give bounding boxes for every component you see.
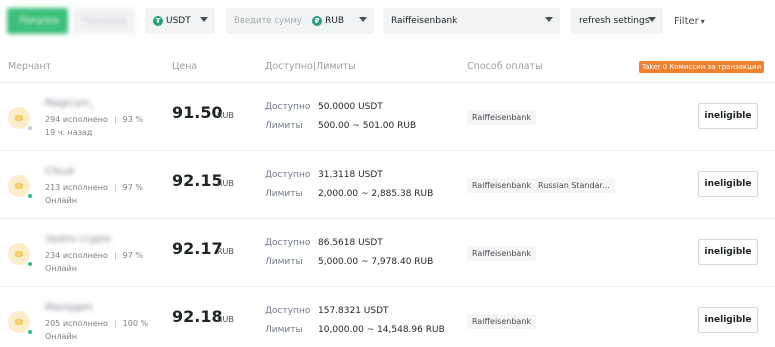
rub-coin-icon: ₽ (312, 16, 322, 26)
payment-method-tag: Raiffeisenbank (467, 314, 537, 329)
price-currency: RUB (217, 247, 234, 256)
payment-method-select[interactable]: Raiffeisenbank (383, 8, 560, 34)
payment-method-value: Raiffeisenbank (391, 16, 458, 26)
payment-method-tag: Russian Standar... (533, 178, 615, 193)
price-value: 92.18 (172, 307, 223, 326)
limits-value: 500.00 ~ 501.00 RUB (318, 121, 417, 131)
header-merchant: Мерчант (8, 61, 52, 72)
price-currency: RUB (217, 315, 234, 324)
price-value: 91.50 (172, 103, 223, 122)
payment-method-tag: Raiffeisenbank (467, 246, 537, 261)
limits-label: Лимиты (265, 189, 303, 199)
price-value: 92.17 (172, 239, 223, 258)
amount-input[interactable]: Введите сумму ₽ RUB (226, 8, 374, 34)
refresh-settings-label: refresh settings (579, 16, 650, 26)
sell-tab[interactable]: Продажа (73, 8, 135, 34)
table-row: Magicoin_ 294 исполнено | 93 % 19 ч. назад 91… (0, 82, 775, 150)
taker-fee-badge: Taker 0 Комиссии за транзакции (639, 61, 765, 73)
available-label: Доступно (265, 306, 311, 316)
limits-value: 5,000.00 ~ 7,978.40 RUB (318, 257, 434, 267)
asset-select-value: USDT (166, 16, 191, 26)
available-label: Доступно (265, 170, 311, 180)
limits-label: Лимиты (265, 121, 303, 131)
merchant-stats: 213 исполнено | 97 % (45, 183, 143, 192)
merchant-status: Онлайн (45, 264, 77, 273)
table-row: Vadim crypto 234 исполнено | 97 % Онлайн 92.1… (0, 218, 775, 286)
fiat-select[interactable]: ₽ RUB (312, 16, 344, 26)
available-label: Доступно (265, 238, 311, 248)
online-status-dot (27, 329, 33, 335)
price-currency: RUB (217, 111, 234, 120)
filter-label: Filter (674, 15, 699, 27)
price-value: 92.15 (172, 171, 223, 190)
merchant-status: Онлайн (45, 196, 77, 205)
online-status-dot (27, 125, 33, 131)
online-status-dot (27, 261, 33, 267)
ineligible-button[interactable]: ineligible (698, 307, 758, 333)
asset-select[interactable]: ₮ USDT (145, 8, 215, 34)
table-row: Maxiygen 205 исполнено | 100 % Онлайн 92.18 RU… (0, 286, 775, 347)
merchant-name[interactable]: Cloud (45, 166, 74, 177)
merchant-stats: 205 исполнено | 100 % (45, 319, 149, 328)
merchant-stats: 294 исполнено | 93 % (45, 115, 143, 124)
orders-count: 205 исполнено (45, 319, 108, 328)
limits-value: 2,000.00 ~ 2,885.38 RUB (318, 189, 434, 199)
chevron-down-icon (359, 17, 367, 22)
available-label: Доступно (265, 102, 311, 112)
payment-method-tag: Raiffeisenbank (467, 178, 537, 193)
available-value: 157.8321 USDT (318, 306, 389, 316)
available-value: 50.0000 USDT (318, 102, 383, 112)
completion-rate: 93 % (122, 115, 143, 124)
orders-count: 213 исполнено (45, 183, 108, 192)
limits-label: Лимиты (265, 325, 303, 335)
ineligible-button[interactable]: ineligible (698, 103, 758, 129)
completion-rate: 97 % (122, 183, 143, 192)
orders-count: 234 исполнено (45, 251, 108, 260)
ineligible-button[interactable]: ineligible (698, 171, 758, 197)
available-value: 31.3118 USDT (318, 170, 383, 180)
chevron-down-icon (200, 17, 208, 22)
online-status-dot (27, 193, 33, 199)
merchant-stats: 234 исполнено | 97 % (45, 251, 143, 260)
price-currency: RUB (217, 179, 234, 188)
merchant-status: 19 ч. назад (45, 128, 93, 137)
orders-count: 294 исполнено (45, 115, 108, 124)
payment-method-tag: Raiffeisenbank (467, 110, 537, 125)
completion-rate: 100 % (122, 319, 149, 328)
filter-caret-icon: ▾ (700, 16, 705, 26)
header-available-limits: Доступно|Лимиты (265, 61, 356, 72)
usdt-coin-icon: ₮ (153, 16, 163, 26)
filter-button[interactable]: Filter ▾ (674, 8, 705, 34)
header-price: Цена (172, 61, 198, 72)
completion-rate: 97 % (122, 251, 143, 260)
merchant-status: Онлайн (45, 332, 77, 341)
table-row: Cloud 213 исполнено | 97 % Онлайн 92.15 RUB Дос… (0, 150, 775, 218)
limits-label: Лимиты (265, 257, 303, 267)
amount-placeholder: Введите сумму (234, 16, 302, 26)
chevron-down-icon (545, 17, 553, 22)
merchant-name[interactable]: Vadim crypto (45, 234, 111, 245)
refresh-settings-select[interactable]: refresh settings (571, 8, 663, 34)
fiat-select-value: RUB (325, 16, 345, 26)
available-value: 86.5618 USDT (318, 238, 383, 248)
ineligible-button[interactable]: ineligible (698, 239, 758, 265)
chevron-down-icon (648, 17, 656, 22)
filter-toolbar: Покупка Продажа ₮ USDT Введите сумму ₽ R… (0, 0, 775, 44)
merchant-name[interactable]: Maxiygen (45, 302, 93, 313)
buy-tab[interactable]: Покупка (7, 8, 68, 34)
header-payment: Способ оплаты (467, 61, 543, 72)
limits-value: 10,000.00 ~ 14,548.96 RUB (318, 325, 445, 335)
merchant-name[interactable]: Magicoin_ (45, 98, 95, 109)
